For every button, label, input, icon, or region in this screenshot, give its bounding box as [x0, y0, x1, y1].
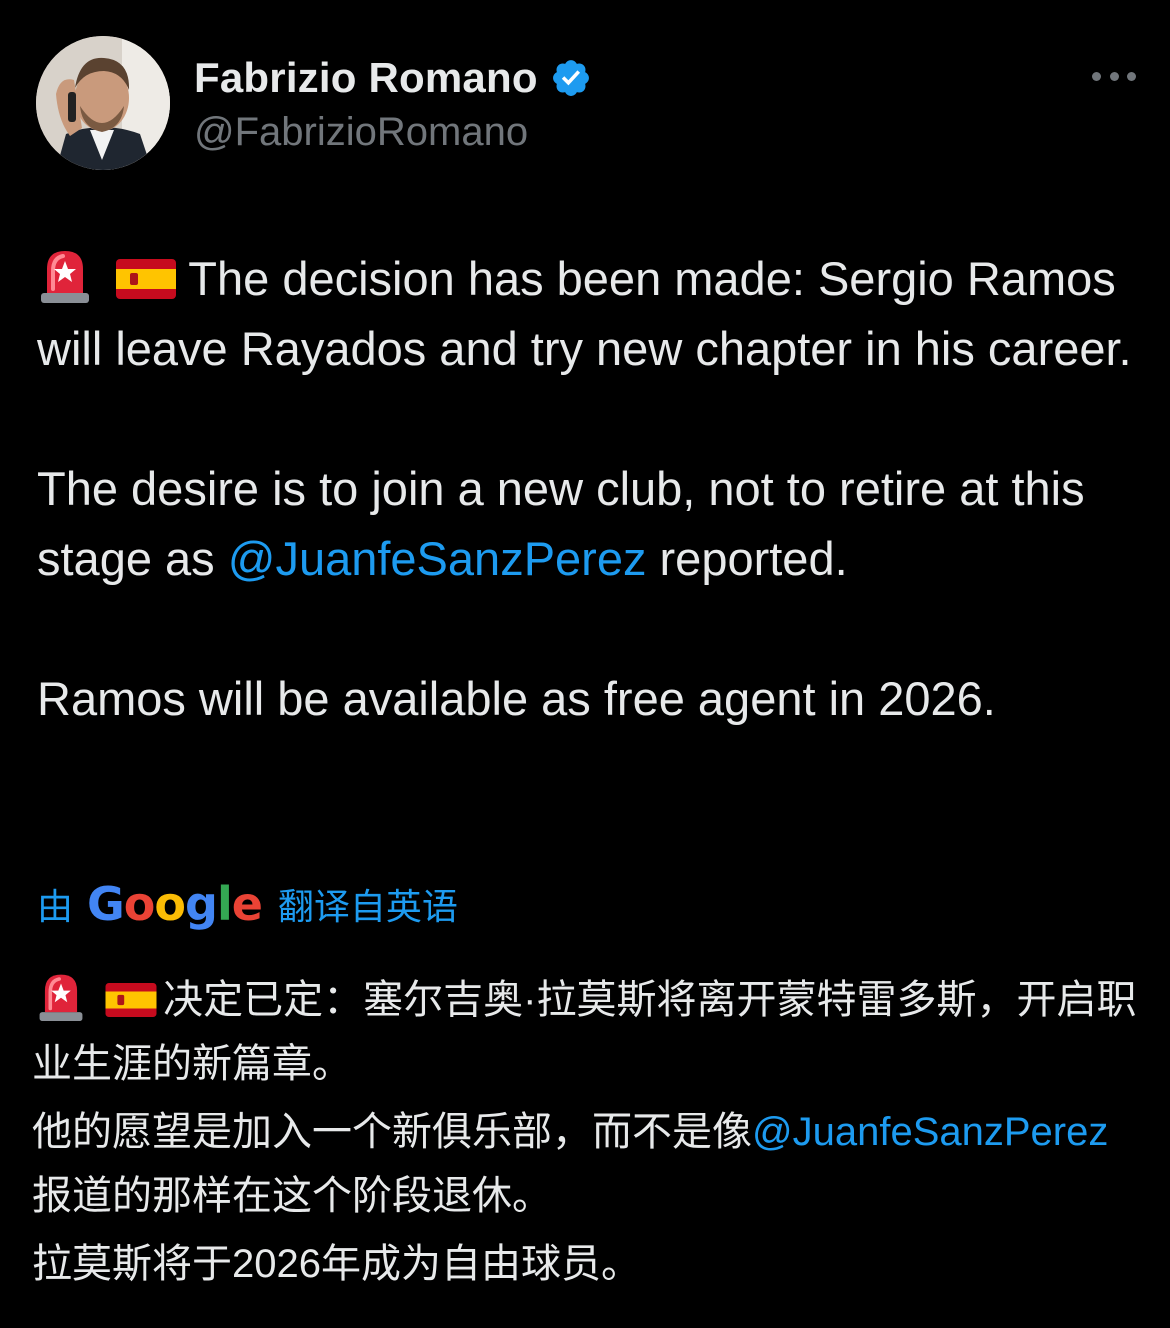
mention-link[interactable]: @JuanfeSanzPerez	[228, 532, 647, 585]
police-light-icon	[39, 974, 83, 1021]
spain-flag-icon	[116, 259, 177, 299]
translation-attribution[interactable]: 由 Google 翻译自英语	[37, 874, 458, 934]
translated-from-label: 翻译自英语	[277, 886, 458, 927]
avatar-image	[36, 36, 170, 170]
more-horizontal-icon[interactable]	[1092, 66, 1136, 86]
mention-link[interactable]: @JuanfeSanzPerez	[752, 1110, 1108, 1154]
translated-text-segment: 他的愿望是加入一个新俱乐部，而不是像	[32, 1110, 752, 1154]
tweet-text-segment: reported.	[646, 532, 848, 585]
avatar[interactable]	[36, 36, 170, 170]
author-name-row: Fabrizio Romano	[194, 52, 592, 104]
translated-line-text: 决定已定：塞尔吉奥·拉莫斯将离开蒙特雷多斯，开启职业生涯的新篇章。	[32, 978, 1137, 1086]
tweet-header: Fabrizio Romano @FabrizioRomano	[36, 36, 1136, 172]
display-name[interactable]: Fabrizio Romano	[194, 54, 538, 102]
tweet-paragraph: Ramos will be available as free agent in…	[37, 672, 996, 725]
spain-flag-icon	[105, 983, 157, 1017]
more-dot	[1127, 71, 1136, 81]
tweet-paragraph: The desire is to join a new club, not to…	[37, 454, 1137, 594]
translated-text: 决定已定：塞尔吉奥·拉莫斯将离开蒙特雷多斯，开启职业生涯的新篇章。 他的愿望是加…	[32, 968, 1142, 1296]
police-light-icon	[41, 251, 89, 303]
translated-paragraph: 拉莫斯将于2026年成为自由球员。	[32, 1242, 641, 1286]
author-handle[interactable]: @FabrizioRomano	[194, 110, 528, 155]
more-dot	[1092, 71, 1101, 81]
tweet-text: The decision has been made: Sergio Ramos…	[37, 244, 1137, 734]
translated-paragraph: 决定已定：塞尔吉奥·拉莫斯将离开蒙特雷多斯，开启职业生涯的新篇章。	[32, 968, 1142, 1096]
translated-paragraph: 他的愿望是加入一个新俱乐部，而不是像@JuanfeSanzPerez 报道的那样在…	[32, 1100, 1142, 1228]
tweet-line-text: The decision has been made: Sergio Ramos…	[37, 252, 1132, 375]
more-dot	[1109, 71, 1119, 81]
google-logo: Google	[87, 877, 263, 931]
translated-text-segment: 报道的那样在这个阶段退休。	[32, 1174, 552, 1218]
verified-badge-icon	[552, 60, 589, 96]
tweet-paragraph: The decision has been made: Sergio Ramos…	[37, 244, 1137, 384]
translated-by-label: 由	[37, 886, 74, 927]
